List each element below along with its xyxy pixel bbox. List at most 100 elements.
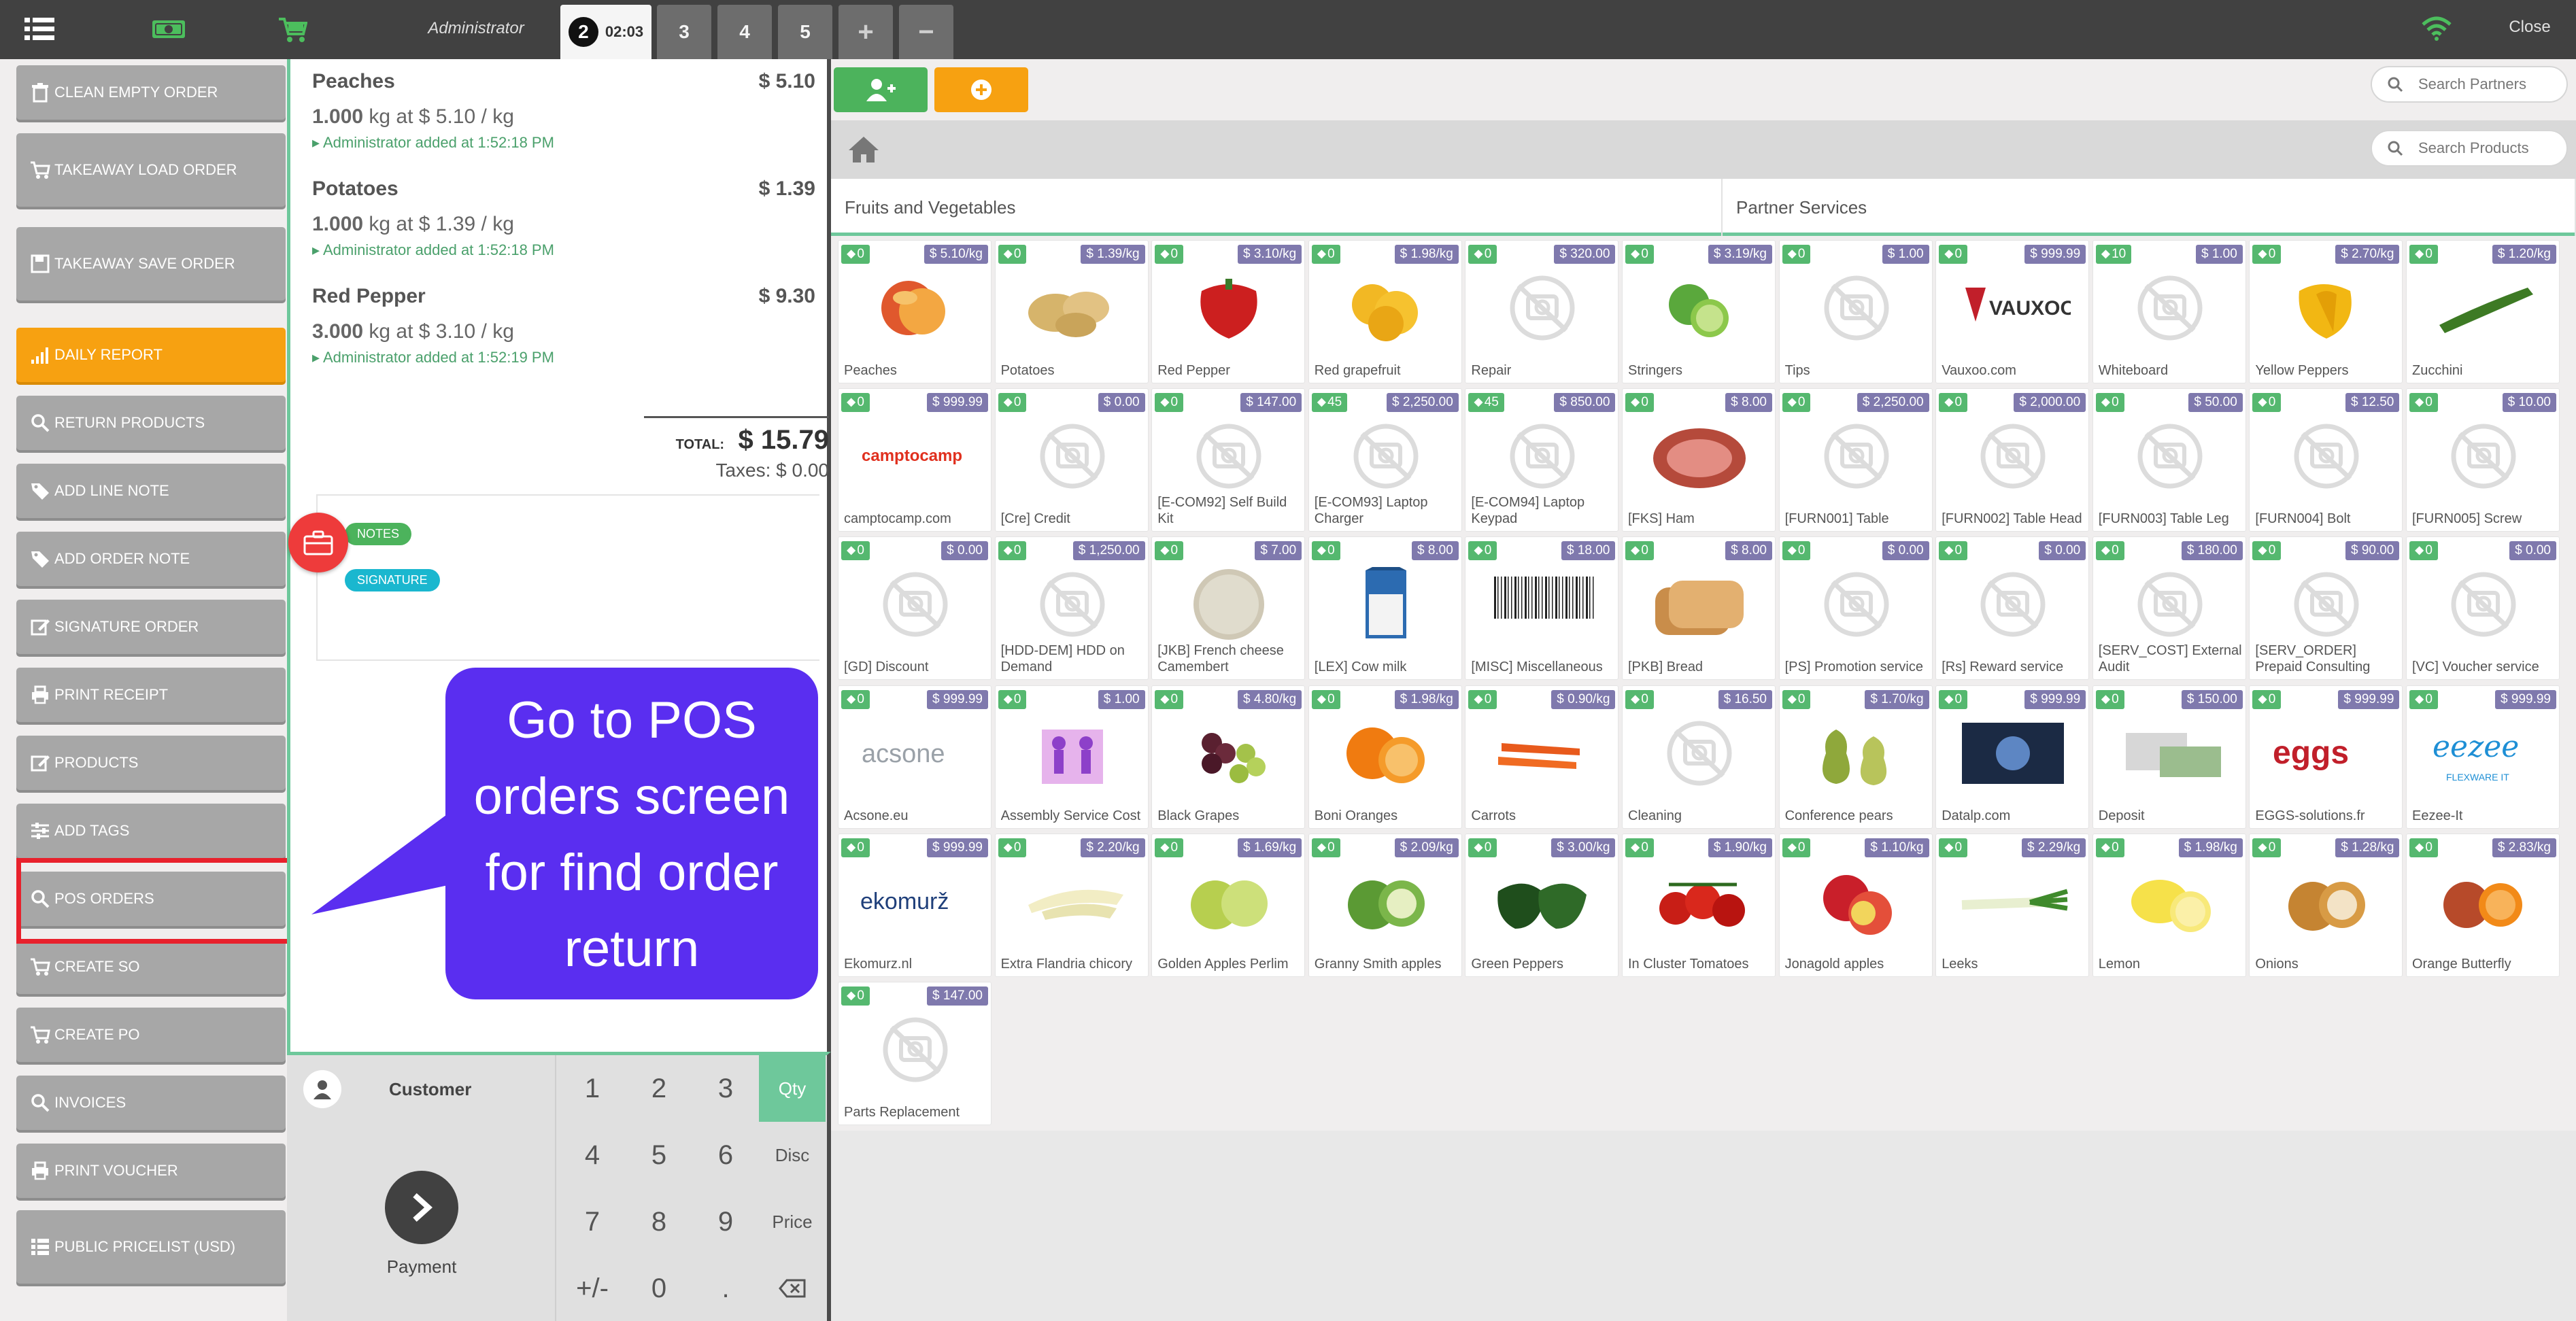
product-card[interactable]: ⬥ 45 $ 2,250.00 [E-COM93] Laptop Charger [1308,388,1462,532]
briefcase-button[interactable] [288,513,348,572]
search-partners-input[interactable]: Search Partners [2371,66,2568,103]
cart-icon[interactable] [277,16,307,44]
product-card[interactable]: ⬥ 0 $ 1.98/kg Red grapefruit [1308,240,1462,383]
add-order-button[interactable]: + [838,5,893,59]
category-fruits-vegetables[interactable]: Fruits and Vegetables [831,179,1723,236]
product-card[interactable]: ⬥ 0 $ 90.00 [SERV_ORDER] Prepaid Consulting [2249,536,2403,681]
product-card[interactable]: ⬥ 0 $ 0.00 [Rs] Reward service [1935,536,2090,681]
product-card[interactable]: ⬥ 0 $ 150.00 Deposit [2092,685,2246,829]
numpad-key-2[interactable]: 2 [626,1055,692,1122]
home-icon[interactable] [847,135,880,164]
order-line[interactable]: Peaches $ 5.10 1.000 kg at $ 5.10 / kg ▸ Ad… [312,70,815,152]
close-button[interactable]: Close [2496,18,2564,37]
action-daily-report-button[interactable]: DAILY REPORT [16,328,286,382]
product-card[interactable]: ⬥ 0 $ 16.50 Cleaning [1622,685,1776,829]
product-card[interactable]: ⬥ 0 $ 8.00 [FKS] Ham [1622,388,1776,532]
product-card[interactable]: ⬥ 0 $ 999.99 Datalp.com [1935,685,2090,829]
action-takeaway-save-order-button[interactable]: TAKEAWAY SAVE ORDER [16,227,286,301]
action-print-voucher-button[interactable]: PRINT VOUCHER [16,1144,286,1198]
action-clean-empty-order-button[interactable]: CLEAN EMPTY ORDER [16,65,286,120]
numpad-key-7[interactable]: 7 [559,1188,626,1255]
product-card[interactable]: ⬥ 0 $ 10.00 [FURN005] Screw [2406,388,2560,532]
add-customer-button[interactable] [834,67,928,112]
product-card[interactable]: ⬥ 0 $ 50.00 [FURN003] Table Leg [2092,388,2246,532]
product-card[interactable]: ⬥ 0 $ 999.99 eggs EGGS-solutions.fr [2249,685,2403,829]
action-create-so-button[interactable]: CREATE SO [16,940,286,994]
action-add-order-note-button[interactable]: ADD ORDER NOTE [16,532,286,586]
product-card[interactable]: ⬥ 0 $ 1.28/kg Onions [2249,833,2403,977]
product-card[interactable]: ⬥ 0 $ 999.99 VAUXOO Vauxoo.com [1935,240,2090,383]
order-tab-3[interactable]: 3 [657,5,711,59]
action-products-button[interactable]: PRODUCTS [16,736,286,790]
product-card[interactable]: ⬥ 0 $ 1.69/kg Golden Apples Perlim [1151,833,1306,977]
numpad-mode-qty[interactable]: Qty [759,1055,826,1122]
menu-icon[interactable] [24,18,54,41]
numpad-key-1[interactable]: 1 [559,1055,626,1122]
numpad-key-6[interactable]: 6 [692,1122,759,1188]
numpad-key-0[interactable]: 0 [626,1255,692,1321]
product-card[interactable]: ⬥ 0 $ 0.00 [PS] Promotion service [1778,536,1933,681]
numpad-key-9[interactable]: 9 [692,1188,759,1255]
add-order-plus-button[interactable] [934,67,1028,112]
product-card[interactable]: ⬥ 0 $ 2,250.00 [FURN001] Table [1778,388,1933,532]
payment-button[interactable]: Payment [287,1123,556,1321]
product-card[interactable]: ⬥ 0 $ 5.10/kg Peaches [838,240,992,383]
product-card[interactable]: ⬥ 0 $ 2.20/kg Extra Flandria chicory [994,833,1149,977]
product-card[interactable]: ⬥ 0 $ 2.70/kg Yellow Peppers [2249,240,2403,383]
action-public-pricelist-usd-button[interactable]: PUBLIC PRICELIST (USD) [16,1210,286,1284]
product-card[interactable]: ⬥ 0 $ 18.00 [MISC] Miscellaneous [1465,536,1619,681]
product-card[interactable]: ⬥ 0 $ 0.90/kg Carrots [1465,685,1619,829]
product-card[interactable]: ⬥ 0 $ 3.19/kg Stringers [1622,240,1776,383]
order-line[interactable]: Potatoes $ 1.39 1.000 kg at $ 1.39 / kg ▸ A… [312,177,815,259]
product-card[interactable]: ⬥ 0 $ 1.00 Tips [1778,240,1933,383]
product-card[interactable]: ⬥ 0 $ 999.99 eezee FLEXWARE IT Eezee-It [2406,685,2560,829]
order-tab-4[interactable]: 4 [717,5,772,59]
product-card[interactable]: ⬥ 0 $ 2.29/kg Leeks [1935,833,2090,977]
product-card[interactable]: ⬥ 0 $ 180.00 [SERV_COST] External Audit [2092,536,2246,681]
numpad-mode-disc[interactable]: Disc [759,1122,826,1188]
numpad-key-4[interactable]: 4 [559,1122,626,1188]
order-tab-5[interactable]: 5 [778,5,832,59]
action-invoices-button[interactable]: INVOICES [16,1076,286,1130]
action-create-po-button[interactable]: CREATE PO [16,1008,286,1062]
cashier-name[interactable]: Administrator [394,19,558,38]
product-card[interactable]: ⬥ 0 $ 2.83/kg Orange Butterfly [2406,833,2560,977]
product-card[interactable]: ⬥ 0 $ 3.00/kg Green Peppers [1465,833,1619,977]
product-card[interactable]: ⬥ 0 $ 1.70/kg Conference pears [1778,685,1933,829]
product-card[interactable]: ⬥ 0 $ 1.20/kg Zucchini [2406,240,2560,383]
product-card[interactable]: ⬥ 0 $ 1.98/kg Lemon [2092,833,2246,977]
product-card[interactable]: ⬥ 0 $ 7.00 [JKB] French cheese Camembert [1151,536,1306,681]
action-takeaway-load-order-button[interactable]: TAKEAWAY LOAD ORDER [16,133,286,207]
product-card[interactable]: ⬥ 0 $ 1.90/kg In Cluster Tomatoes [1622,833,1776,977]
action-print-receipt-button[interactable]: PRINT RECEIPT [16,668,286,722]
remove-order-button[interactable]: − [899,5,953,59]
product-card[interactable]: ⬥ 0 $ 1.10/kg Jonagold apples [1778,833,1933,977]
notes-pill[interactable]: NOTES [345,523,412,545]
numpad-key-8[interactable]: 8 [626,1188,692,1255]
product-card[interactable]: ⬥ 0 $ 0.00 [GD] Discount [838,536,992,681]
numpad-key-5[interactable]: 5 [626,1122,692,1188]
product-card[interactable]: ⬥ 0 $ 0.00 [Cre] Credit [994,388,1149,532]
customer-button[interactable]: Customer [287,1055,556,1123]
numpad-mode-price[interactable]: Price [759,1188,826,1255]
numpad-key-dot[interactable]: . [692,1255,759,1321]
order-tab-active[interactable]: 2 02:03 [560,5,651,59]
product-card[interactable]: ⬥ 0 $ 4.80/kg Black Grapes [1151,685,1306,829]
signature-pill[interactable]: SIGNATURE [345,569,440,591]
product-card[interactable]: ⬥ 10 $ 1.00 Whiteboard [2092,240,2246,383]
product-card[interactable]: ⬥ 0 $ 147.00 Parts Replacement [838,982,992,1125]
numpad-key-3[interactable]: 3 [692,1055,759,1122]
search-products-input[interactable]: Search Products [2371,130,2568,167]
product-card[interactable]: ⬥ 0 $ 1,250.00 [HDD-DEM] HDD on Demand [994,536,1149,681]
category-partner-services[interactable]: Partner Services [1723,179,2576,236]
cash-icon[interactable] [151,18,186,41]
product-card[interactable]: ⬥ 0 $ 999.99 camptocamp camptocamp.com [838,388,992,532]
product-card[interactable]: ⬥ 45 $ 850.00 [E-COM94] Laptop Keypad [1465,388,1619,532]
product-card[interactable]: ⬥ 0 $ 1.98/kg Boni Oranges [1308,685,1462,829]
product-card[interactable]: ⬥ 0 $ 8.00 [LEX] Cow milk [1308,536,1462,681]
product-card[interactable]: ⬥ 0 $ 12.50 [FURN004] Bolt [2249,388,2403,532]
product-card[interactable]: ⬥ 0 $ 320.00 Repair [1465,240,1619,383]
order-line[interactable]: Red Pepper $ 9.30 3.000 kg at $ 3.10 / kg ▸… [312,285,815,366]
product-card[interactable]: ⬥ 0 $ 1.39/kg Potatoes [994,240,1149,383]
backspace-key[interactable] [759,1255,826,1321]
